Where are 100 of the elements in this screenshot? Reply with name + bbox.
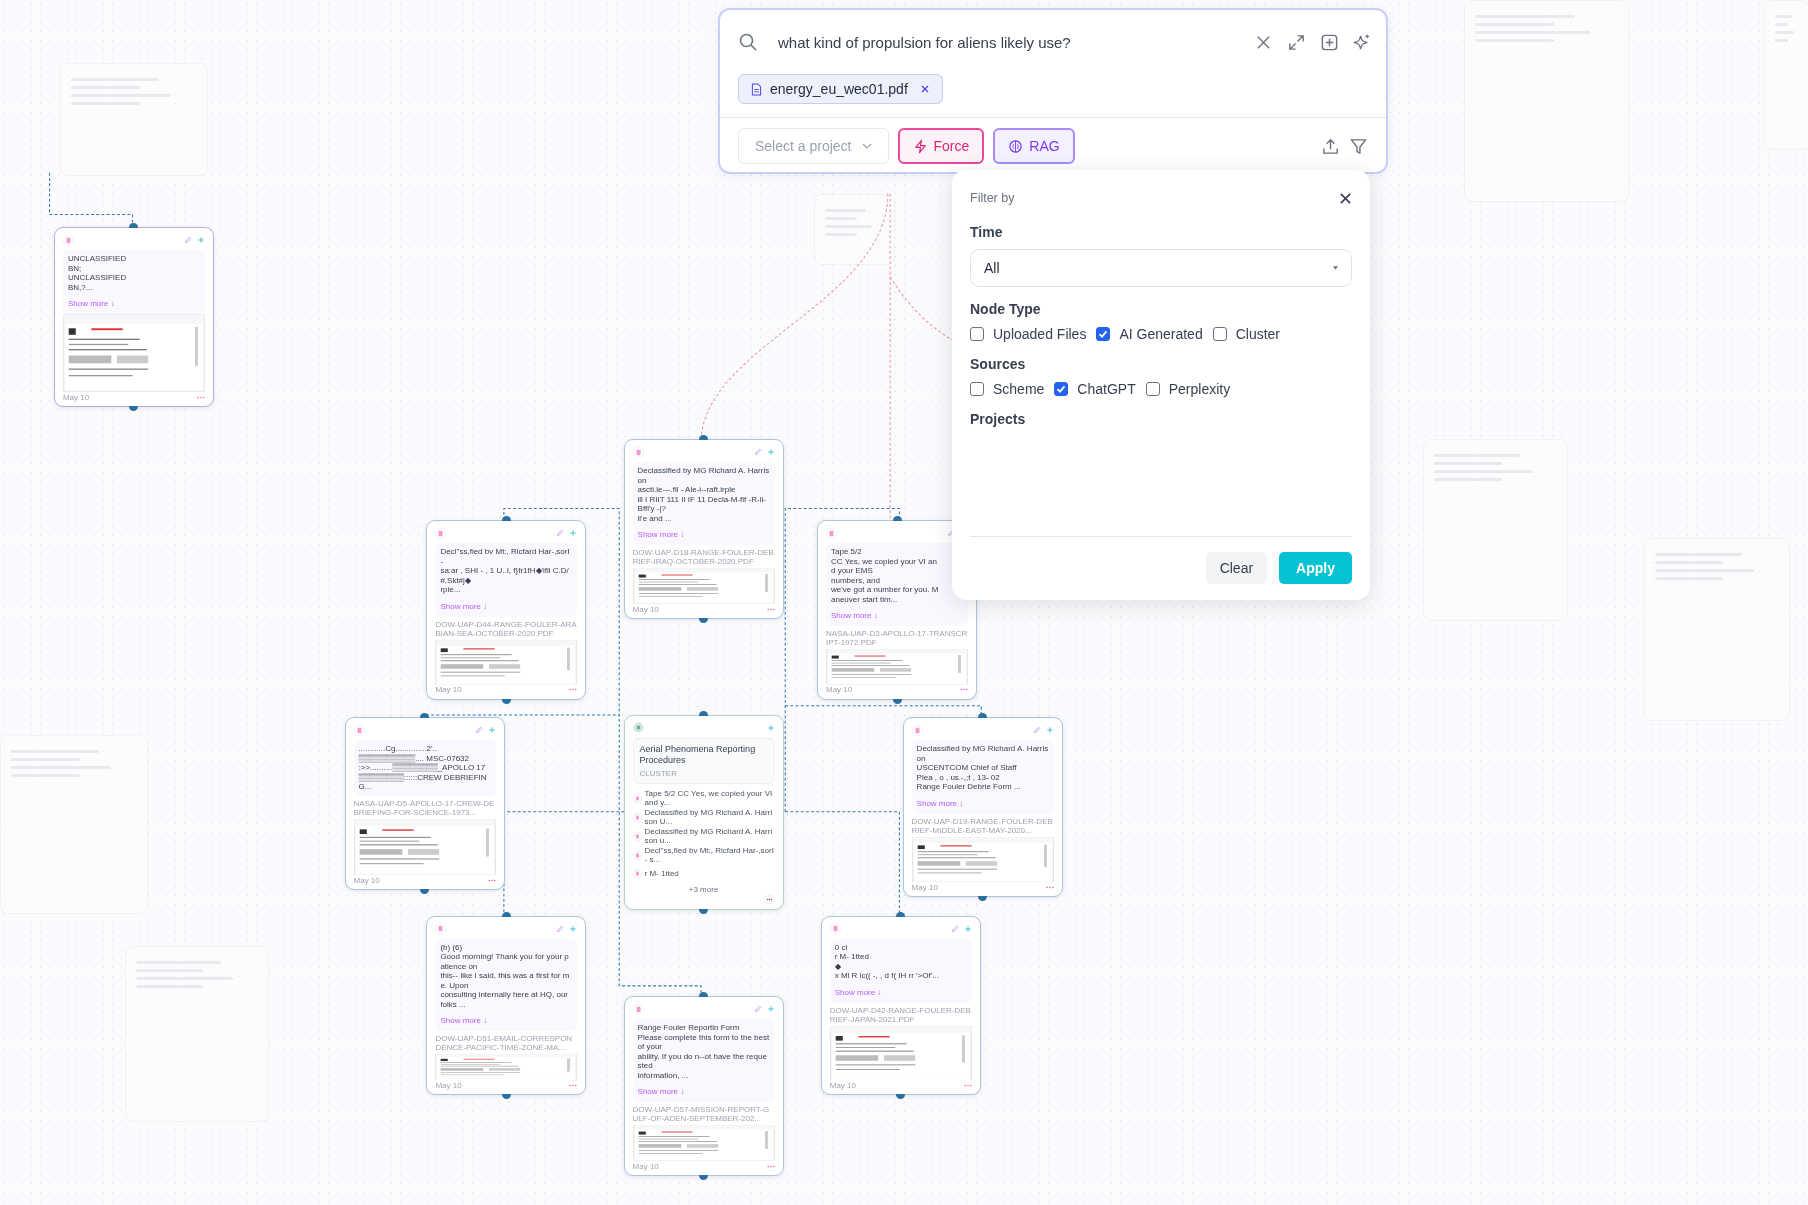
node-text: ii'e and ... (637, 513, 673, 524)
clear-button[interactable]: Clear (1205, 552, 1268, 584)
checkbox[interactable] (970, 327, 984, 341)
attachment-chip[interactable]: energy_eu_wec01.pdf (738, 74, 943, 104)
expand-icon[interactable] (1287, 32, 1306, 52)
checkbox-label[interactable]: Perplexity (1168, 381, 1231, 397)
node-text: numbers, and (831, 575, 881, 585)
file-name: DOW-UAP-D18-RANGE-FOULER-DEBRIEF-IRAQ-OCTOBER-2020.PDF (632, 548, 775, 567)
connection-handle[interactable] (699, 618, 709, 624)
search-field[interactable]: what kind of propulsion for aliens likely use? (778, 33, 1240, 51)
checkbox-label[interactable]: Uploaded Files (993, 326, 1087, 342)
brain-icon (1008, 138, 1024, 154)
checkbox-label[interactable]: ChatGPT (1077, 381, 1136, 397)
mode-button[interactable]: RAG (993, 128, 1075, 164)
document-icon (632, 850, 642, 860)
node-card[interactable] (426, 915, 587, 1096)
node-text: Declassified by MG Richard A. Harrison (916, 744, 1049, 764)
node-text: BN,?... (67, 282, 94, 293)
node-text: r M- 1tted (834, 952, 870, 962)
connection-handle[interactable] (129, 406, 139, 411)
checkbox-label[interactable]: Cluster (1235, 326, 1281, 342)
show-more-link[interactable]: Show more ↓ (834, 987, 882, 997)
connection-handle[interactable] (501, 911, 511, 917)
checkbox[interactable] (970, 382, 984, 396)
lightning-icon (912, 138, 928, 154)
connection-handle[interactable] (501, 516, 511, 521)
section-heading: Node Type (970, 301, 1042, 317)
connection-handle[interactable] (129, 223, 139, 229)
show-more-link[interactable]: Show more ↓ (440, 601, 488, 611)
mode-button[interactable]: Force (897, 128, 985, 164)
show-more-link[interactable]: Show more ↓ (67, 299, 115, 309)
show-more-link[interactable]: Show more ↓ (831, 611, 878, 620)
node-date: May 10 (62, 392, 90, 402)
more-icon[interactable] (1045, 885, 1054, 889)
node-date: May 10 (632, 1161, 659, 1171)
connection-handle[interactable] (501, 1094, 511, 1100)
filter-title: Filter by (970, 191, 1015, 205)
show-more-link[interactable]: Show more ↓ (637, 1087, 685, 1097)
node-card[interactable]: 0 cl r M- 1tted ◆ x Ml R ic(( -, , d f( IH rr '>Of'... Show more ↓ DOW-UAP-D42-RANGE-FOULER-DEBRIEF-JAPAN-2021.PDF May 10 (820, 915, 981, 1096)
node-date: May 10 (435, 685, 462, 695)
checkbox[interactable] (1054, 382, 1069, 396)
file-name: DOW-UAP-D57-MISSION-REPORT-GULF-OF-ADEN-SEPTEMBER-202... (632, 1105, 771, 1124)
filter-icon[interactable] (1349, 136, 1368, 156)
search-icon (738, 32, 758, 52)
node-text: 0 cl (834, 942, 849, 952)
dropdown-arrow-icon (1333, 266, 1338, 270)
connection-handle[interactable] (978, 713, 988, 719)
checkbox[interactable] (1145, 382, 1160, 396)
node-date: May 10 (829, 1080, 856, 1090)
connection-handle[interactable] (892, 698, 902, 704)
connection-handle[interactable] (896, 1094, 906, 1100)
cluster-item[interactable]: Declassified by MG Richard A. Harrison u... (644, 826, 775, 846)
cluster-item[interactable]: Declassified by MG Richard A. Harrison U... (644, 807, 775, 827)
show-more-link[interactable]: Show more ↓ (440, 1016, 488, 1025)
upload-icon[interactable] (1321, 136, 1340, 156)
connection-handle[interactable] (420, 889, 429, 895)
add-square-icon[interactable] (1320, 32, 1339, 52)
more-icon[interactable] (569, 1083, 578, 1087)
document-icon (632, 812, 642, 822)
more-count[interactable]: +3 more (632, 884, 775, 894)
connection-handle[interactable] (699, 908, 709, 914)
checkbox-label[interactable]: AI Generated (1119, 326, 1203, 342)
show-more-link[interactable]: Show more ↓ (916, 798, 964, 808)
checkbox[interactable] (1212, 327, 1227, 341)
file-name: DOW-UAP-D42-RANGE-FOULER-DEBRIEF-JAPAN-2021.PDF (829, 1005, 972, 1024)
remove-icon[interactable] (919, 84, 930, 94)
connection-handle[interactable] (501, 698, 511, 704)
time-select[interactable]: All (970, 249, 1352, 287)
node-date: May 10 (353, 875, 380, 885)
connection-handle[interactable] (699, 435, 709, 441)
close-icon[interactable] (1339, 191, 1352, 205)
more-icon[interactable] (960, 688, 968, 692)
sparkles-icon[interactable] (1353, 32, 1372, 52)
connection-handle[interactable] (892, 516, 902, 521)
connection-handle[interactable] (978, 896, 988, 902)
cluster-item[interactable]: Tape 5/2 CC Yes, we copied your VI and y... (644, 788, 775, 808)
cluster-item[interactable]: Decl''ss,fied bv Mt:, Ricfard Har-,sorI - s... (644, 845, 775, 865)
checkbox[interactable] (1096, 327, 1111, 341)
node-text: rple... (440, 585, 462, 595)
document-icon (435, 527, 447, 539)
more-icon[interactable] (196, 395, 205, 399)
document-icon (435, 923, 447, 934)
document-icon (829, 923, 841, 934)
connection-handle[interactable] (699, 1175, 709, 1181)
connection-handle[interactable] (699, 992, 709, 998)
more-icon[interactable] (569, 688, 578, 692)
show-more-link[interactable]: Show more ↓ (637, 530, 685, 540)
document-icon (911, 724, 923, 736)
connection-handle[interactable] (896, 911, 906, 917)
checkbox-label[interactable]: Scheme (993, 381, 1045, 397)
more-icon[interactable] (766, 1164, 775, 1168)
more-icon[interactable] (963, 1083, 972, 1087)
more-icon[interactable] (487, 878, 496, 882)
node-date: May 10 (435, 1080, 462, 1090)
file-name: DOW-UAP-D51-EMAIL-CORRESPONDENCE-PACIFIC-TIME-ZONE-MA... (435, 1034, 574, 1052)
connection-handle[interactable] (699, 710, 709, 716)
cluster-item[interactable]: r M- 1tted (644, 869, 679, 879)
connection-handle[interactable] (420, 713, 429, 719)
more-icon[interactable] (766, 607, 775, 611)
section-heading: Sources (970, 356, 1027, 372)
